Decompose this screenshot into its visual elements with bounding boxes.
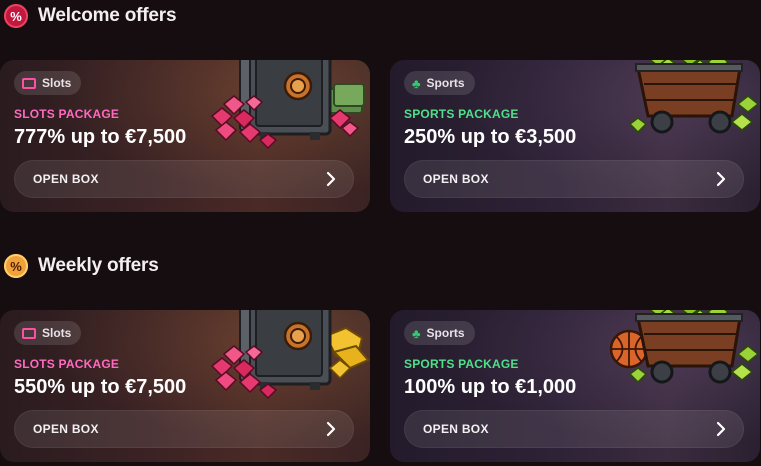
chevron-right-icon — [326, 421, 336, 437]
package-name: SPORTS PACKAGE — [404, 357, 519, 371]
open-box-label: OPEN BOX — [423, 422, 489, 436]
safe-with-gems-illustration — [210, 310, 370, 404]
package-name: SLOTS PACKAGE — [14, 107, 120, 121]
offer-amount: 100% up to €1,000 — [404, 376, 577, 398]
open-box-button[interactable]: OPEN BOX — [404, 410, 744, 448]
clover-icon: ♣ — [412, 75, 421, 91]
section-header-weekly: % Weekly offers — [4, 252, 159, 280]
category-tag-label: Slots — [42, 326, 72, 340]
package-name: SPORTS PACKAGE — [404, 107, 519, 121]
open-box-button[interactable]: OPEN BOX — [14, 410, 354, 448]
offer-card-sports[interactable]: ♣ Sports SPORTS PACKAGE 250% up to €3,50… — [390, 60, 760, 212]
category-tag: ♣ Sports — [404, 71, 475, 95]
chevron-right-icon — [716, 421, 726, 437]
offer-amount: 550% up to €7,500 — [14, 376, 187, 398]
offer-amount: 250% up to €3,500 — [404, 126, 577, 148]
open-box-label: OPEN BOX — [33, 422, 99, 436]
percent-badge-icon: % — [4, 4, 28, 28]
category-tag-label: Sports — [426, 326, 465, 340]
category-tag-label: Sports — [426, 76, 465, 90]
section-title: Weekly offers — [38, 255, 159, 276]
percent-badge-icon: % — [4, 254, 28, 278]
package-name: SLOTS PACKAGE — [14, 357, 120, 371]
open-box-button[interactable]: OPEN BOX — [404, 160, 744, 198]
section-title: Welcome offers — [38, 5, 177, 26]
offer-card-slots[interactable]: Slots SLOTS PACKAGE 550% up to €7,500 OP… — [0, 310, 370, 462]
mine-cart-with-gems-illustration — [608, 60, 758, 138]
section-header-welcome: % Welcome offers — [4, 2, 177, 30]
safe-with-gems-illustration — [210, 60, 370, 154]
mine-cart-with-gems-illustration — [608, 310, 758, 388]
category-tag: Slots — [14, 321, 82, 345]
chevron-right-icon — [326, 171, 336, 187]
category-tag: ♣ Sports — [404, 321, 475, 345]
open-box-label: OPEN BOX — [33, 172, 99, 186]
offer-card-sports[interactable]: ♣ Sports SPORTS PACKAGE 100% up to €1,00… — [390, 310, 760, 462]
offer-card-slots[interactable]: Slots SLOTS PACKAGE 777% up to €7,500 OP… — [0, 60, 370, 212]
open-box-button[interactable]: OPEN BOX — [14, 160, 354, 198]
clover-icon: ♣ — [412, 325, 421, 341]
category-tag: Slots — [14, 71, 82, 95]
slot-machine-icon — [22, 77, 36, 89]
offer-amount: 777% up to €7,500 — [14, 126, 187, 148]
slot-machine-icon — [22, 327, 36, 339]
chevron-right-icon — [716, 171, 726, 187]
category-tag-label: Slots — [42, 76, 72, 90]
open-box-label: OPEN BOX — [423, 172, 489, 186]
